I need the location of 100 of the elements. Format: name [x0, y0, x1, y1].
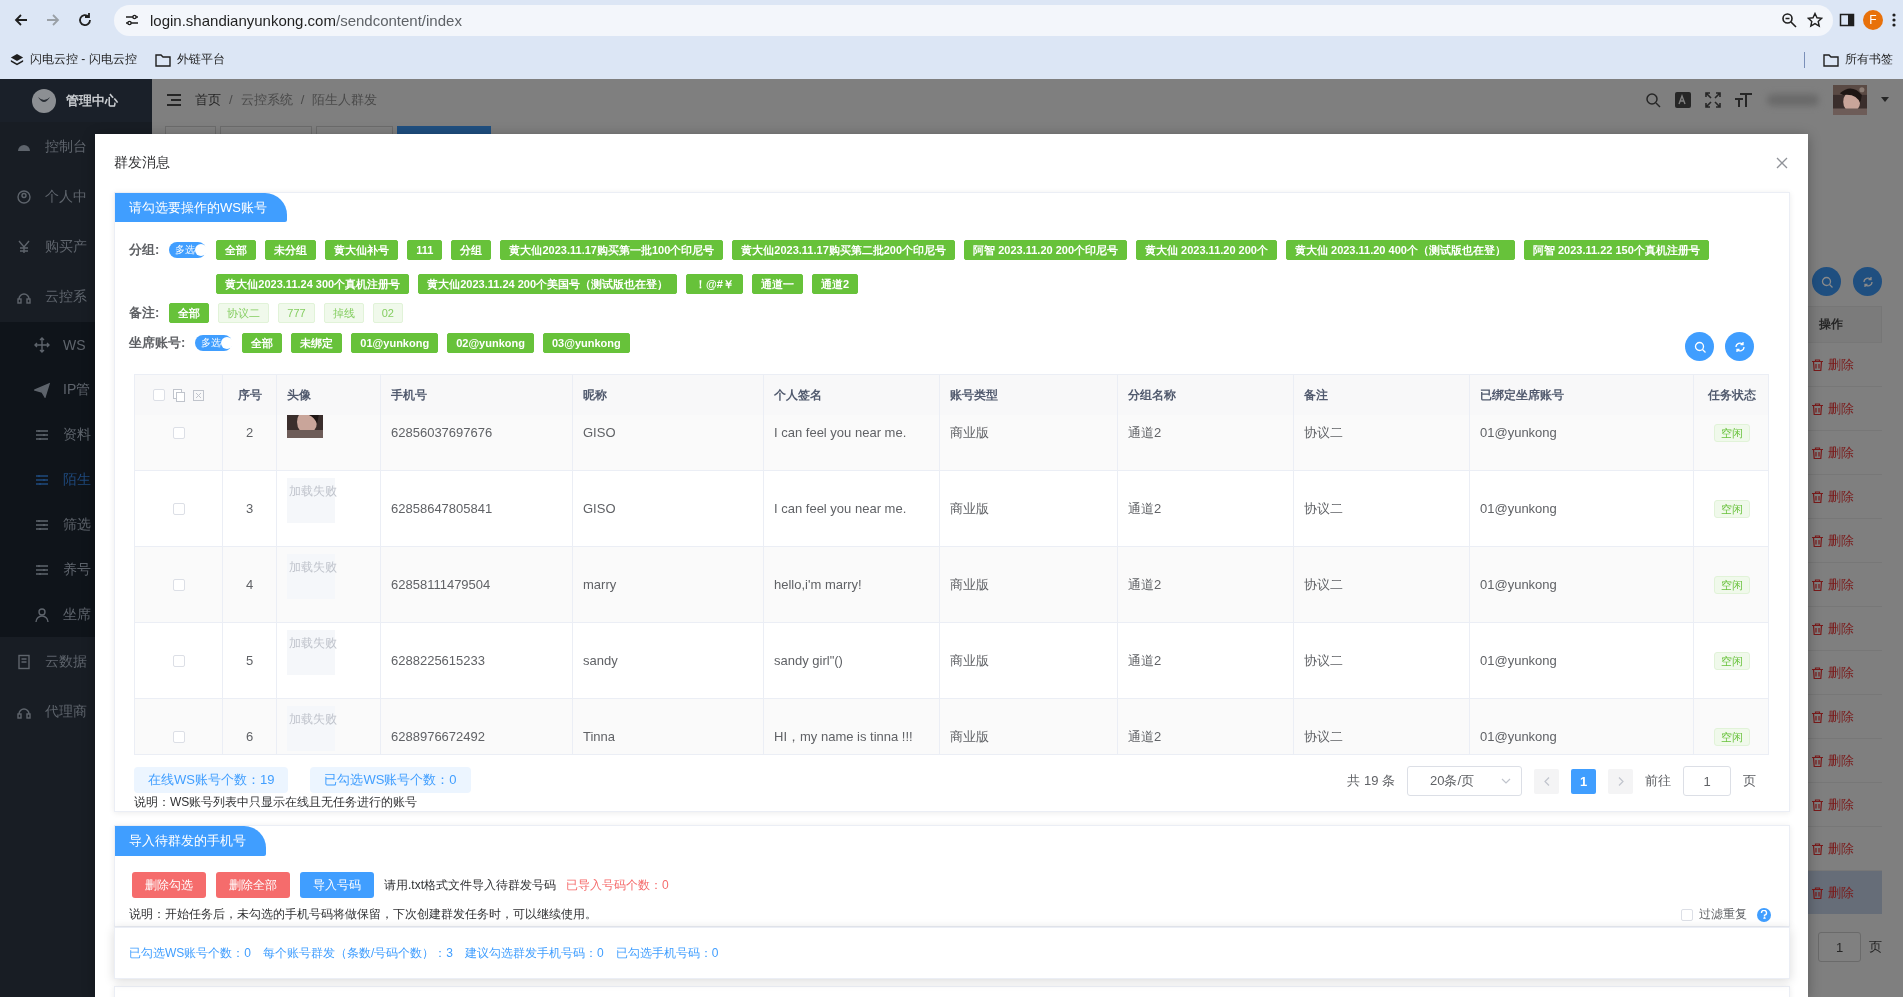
trash-icon[interactable] [1812, 798, 1823, 811]
page-button[interactable]: 1 [1571, 768, 1596, 794]
breadcrumb-item[interactable]: 首页 [195, 90, 221, 109]
search-icon[interactable] [1820, 275, 1833, 288]
caret-icon[interactable] [1881, 97, 1889, 102]
delete-link[interactable]: 删除 [1828, 355, 1854, 374]
previous-page-button[interactable] [1534, 768, 1559, 794]
filter-tag[interactable]: 黄大仙2023.11.24 200个美国号（测试版也在登） [418, 274, 678, 294]
filter-tag[interactable]: 02 [372, 303, 403, 323]
trash-icon[interactable] [1812, 754, 1823, 767]
trash-icon[interactable] [1812, 710, 1823, 723]
sidebar-item[interactable]: 筛选 [0, 502, 95, 547]
bookmark[interactable]: 闪电云控 - 闪电云控 [10, 51, 137, 68]
trash-icon[interactable] [1812, 622, 1823, 635]
delete-link[interactable]: 删除 [1828, 707, 1854, 726]
trash-icon[interactable] [1812, 534, 1823, 547]
delete-link[interactable]: 删除 [1828, 443, 1854, 462]
sidebar-item[interactable]: 云数据 [0, 637, 95, 687]
profile-avatar[interactable]: F [1863, 10, 1883, 30]
trash-icon[interactable] [1812, 490, 1823, 503]
address-bar[interactable]: login.shandianyunkong.com/sendcontent/index [114, 4, 1833, 36]
sidebar-item[interactable]: 陌生 [0, 457, 95, 502]
action-button[interactable]: 删除勾选 [132, 872, 206, 898]
search-button[interactable] [1685, 332, 1714, 361]
row-checkbox[interactable] [172, 578, 185, 591]
row-checkbox[interactable] [172, 426, 185, 439]
delete-link[interactable]: 删除 [1828, 795, 1854, 814]
sidebar-item[interactable]: IP管 [0, 367, 95, 412]
close-icon[interactable] [1776, 157, 1788, 169]
filter-tag[interactable]: 黄大仙2023.11.24 300个真机注册号 [216, 274, 410, 294]
filter-tag[interactable]: 协议二 [218, 303, 270, 323]
sidebar-item[interactable]: 云控系 [0, 272, 95, 322]
menu-icon[interactable] [1891, 12, 1897, 28]
delete-link[interactable]: 删除 [1828, 575, 1854, 594]
delete-link[interactable]: 删除 [1828, 839, 1854, 858]
search-icon[interactable] [1693, 340, 1706, 353]
page-input[interactable]: 1 [1818, 932, 1861, 962]
refresh-button[interactable] [1853, 267, 1882, 296]
filter-tag[interactable]: 通道一 [751, 274, 803, 294]
delete-link[interactable]: 删除 [1828, 751, 1854, 770]
table-row[interactable]: 删除 [1808, 870, 1882, 914]
filter-tag[interactable]: 阿智 2023.11.22 150个真机注册号 [1523, 240, 1709, 260]
trash-icon[interactable] [1812, 886, 1823, 899]
filter-tag[interactable]: 777 [278, 303, 315, 323]
zoom-icon[interactable] [1781, 12, 1797, 28]
filter-tag[interactable]: 01@yunkong [351, 333, 439, 353]
delete-link[interactable]: 删除 [1828, 399, 1854, 418]
trash-icon[interactable] [1812, 666, 1823, 679]
forward-arrow-icon[interactable] [45, 12, 61, 28]
filter-tag[interactable]: 黄大仙补号 [325, 240, 399, 260]
help-icon[interactable] [1757, 907, 1771, 922]
clear-icon[interactable] [193, 389, 204, 401]
filter-tag[interactable]: 黄大仙 2023.11.20 400个（测试版也在登） [1285, 240, 1515, 260]
sidebar-item[interactable]: 资料 [0, 412, 95, 457]
row-checkbox[interactable] [172, 502, 185, 515]
row-checkbox[interactable] [172, 654, 185, 667]
filter-tag[interactable]: 阿智 2023.11.20 200个印尼号 [964, 240, 1128, 260]
delete-link[interactable]: 删除 [1828, 531, 1854, 550]
trash-icon[interactable] [1812, 402, 1823, 415]
filter-tag[interactable]: 黄大仙2023.11.17购买第二批200个印尼号 [732, 240, 956, 260]
font-size-icon[interactable] [1735, 91, 1753, 108]
row-checkbox[interactable] [172, 730, 185, 743]
sidebar-item[interactable]: 控制台 [0, 122, 95, 172]
multi-select-switch[interactable]: 多选 [169, 242, 207, 258]
delete-link[interactable]: 删除 [1828, 663, 1854, 682]
bookmarks-folder[interactable]: 所有书签 [1823, 51, 1893, 68]
filter-tag[interactable]: 全部 [242, 333, 283, 353]
filter-tag[interactable]: 全部 [216, 240, 257, 260]
filter-tag[interactable]: 黄大仙2023.11.17购买第一批100个印尼号 [500, 240, 724, 260]
next-page-button[interactable] [1608, 768, 1633, 794]
filter-tag[interactable]: 全部 [169, 303, 210, 323]
reload-icon[interactable] [77, 12, 93, 28]
sidebar-item[interactable]: WS [0, 322, 95, 367]
translate-icon[interactable] [1675, 91, 1691, 108]
star-icon[interactable] [1807, 12, 1823, 28]
filter-tag[interactable]: 未分组 [265, 240, 317, 260]
trash-icon[interactable] [1812, 446, 1823, 459]
search-button[interactable] [1812, 267, 1841, 296]
page-input[interactable]: 1 [1683, 766, 1731, 796]
side-panel-icon[interactable] [1839, 12, 1855, 28]
delete-link[interactable]: 删除 [1828, 883, 1854, 902]
filter-tag[interactable]: 分组 [451, 240, 492, 260]
copy-icon[interactable] [173, 388, 185, 402]
filter-tag[interactable]: ！@#￥ [686, 274, 743, 294]
sidebar-item[interactable]: 代理商 [0, 687, 95, 737]
refresh-icon[interactable] [1861, 275, 1874, 288]
filter-tag[interactable]: 未绑定 [291, 333, 343, 353]
sidebar-item[interactable]: 个人中 [0, 172, 95, 222]
filter-duplicates-checkbox[interactable] [1681, 908, 1693, 921]
filter-tag[interactable]: 掉线 [323, 303, 364, 323]
filter-tag[interactable]: 03@yunkong [542, 333, 630, 353]
action-button[interactable]: 删除全部 [216, 872, 290, 898]
trash-icon[interactable] [1812, 578, 1823, 591]
search-icon[interactable] [1645, 91, 1661, 108]
fullscreen-icon[interactable] [1705, 91, 1721, 108]
filter-tag[interactable]: 02@yunkong [447, 333, 534, 353]
refresh-button[interactable] [1725, 332, 1754, 361]
action-button[interactable]: 导入号码 [300, 872, 374, 898]
delete-link[interactable]: 删除 [1828, 487, 1854, 506]
filter-tag[interactable]: 通道2 [811, 274, 859, 294]
